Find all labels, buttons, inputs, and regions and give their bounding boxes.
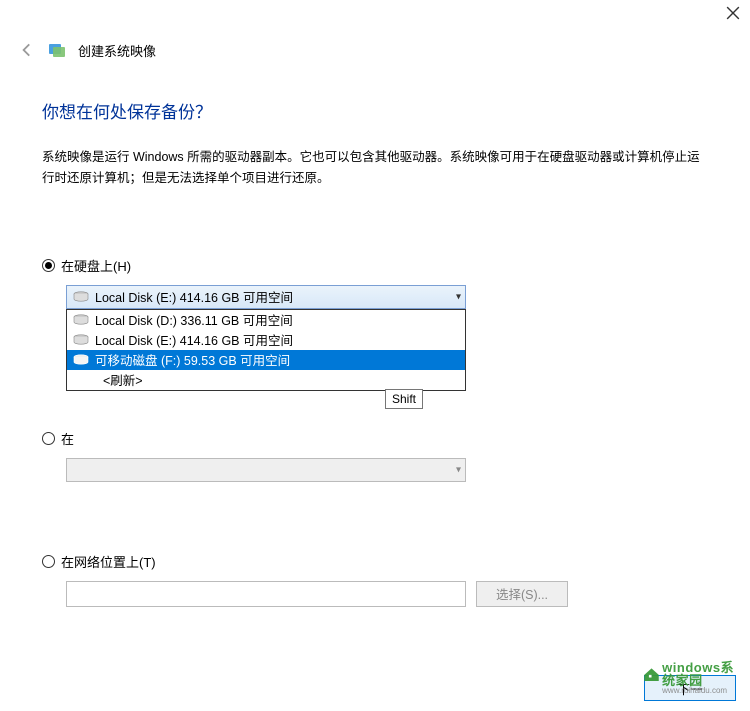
dvd-combo: ▾ [66,458,466,482]
dropdown-item-e[interactable]: Local Disk (E:) 414.16 GB 可用空间 [67,330,465,350]
radio-dvd-label: 在 [61,429,74,448]
disk-icon [73,291,89,303]
radio-dvd[interactable] [42,432,55,445]
window-title: 创建系统映像 [78,41,156,60]
dropdown-item-d[interactable]: Local Disk (D:) 336.11 GB 可用空间 [67,310,465,330]
option-network: 在网络位置上(T) 选择(S)... [42,552,708,607]
network-select-button: 选择(S)... [476,581,568,607]
page-heading: 你想在何处保存备份？ [42,98,708,123]
close-button[interactable] [726,6,740,20]
radio-network[interactable] [42,555,55,568]
back-arrow-icon[interactable] [18,41,36,59]
chevron-down-icon: ▾ [456,291,461,302]
watermark-url: www.ruihaidu.com [662,687,736,695]
system-image-icon [48,41,66,59]
disk-icon [73,334,89,346]
page-description: 系统映像是运行 Windows 所需的驱动器副本。它也可以包含其他驱动器。系统映… [42,147,708,190]
key-tooltip: Shift [385,389,423,409]
watermark-title: windows系统家园 [662,661,736,687]
hard-disk-combo[interactable]: Local Disk (E:) 414.16 GB 可用空间 ▾ [66,285,466,309]
hard-disk-selected: Local Disk (E:) 414.16 GB 可用空间 [95,287,293,306]
chevron-down-icon: ▾ [456,464,461,475]
house-icon [643,667,660,689]
dropdown-item-f[interactable]: 可移动磁盘 (F:) 59.53 GB 可用空间 [67,350,465,370]
disk-icon [73,354,89,366]
option-hard-disk: 在硬盘上(H) Local Disk (E:) 414.16 GB 可用空间 ▾… [42,256,708,309]
dropdown-item-refresh[interactable]: <刷新> [67,370,465,390]
watermark: windows系统家园 www.ruihaidu.com [643,661,736,695]
radio-hard-disk-label: 在硬盘上(H) [61,256,131,275]
radio-network-label: 在网络位置上(T) [61,552,156,571]
network-path-input [66,581,466,607]
option-dvd: 在 ▾ [42,429,708,482]
hard-disk-dropdown: Local Disk (D:) 336.11 GB 可用空间 Local Dis… [66,309,466,391]
disk-icon [73,314,89,326]
radio-hard-disk[interactable] [42,259,55,272]
wizard-header: 创建系统映像 [0,30,750,70]
